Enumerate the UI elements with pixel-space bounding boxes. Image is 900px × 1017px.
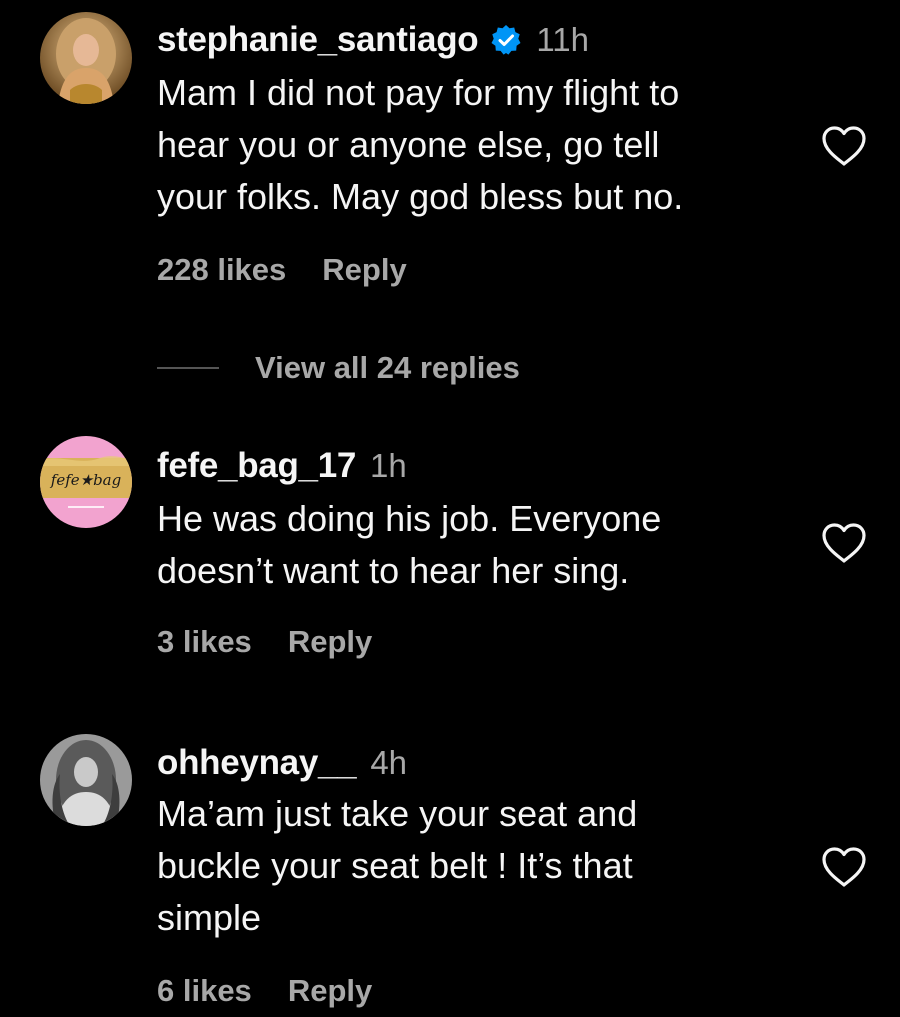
avatar[interactable]	[40, 12, 132, 104]
fefe-bag-logo-icon: fefe★bag	[40, 436, 132, 528]
heart-outline-icon[interactable]	[820, 521, 868, 565]
avatar[interactable]	[40, 734, 132, 826]
profile-photo-icon	[40, 734, 132, 826]
likes-count[interactable]: 228 likes	[157, 252, 286, 288]
view-all-replies[interactable]: View all 24 replies	[157, 345, 520, 391]
reply-button[interactable]: Reply	[322, 252, 406, 288]
replies-divider	[157, 367, 219, 369]
comment-actions: 228 likes Reply	[157, 247, 407, 293]
comment-header: ohheynay__ 4h	[157, 738, 407, 788]
timestamp: 1h	[370, 447, 407, 484]
profile-photo-icon	[40, 12, 132, 104]
heart-outline-icon[interactable]	[820, 124, 868, 168]
comment-text: Ma’am just take your seat and buckle you…	[157, 793, 638, 938]
comment-header: stephanie_santiago 11h	[157, 15, 589, 65]
reply-button[interactable]: Reply	[288, 624, 372, 660]
username[interactable]: stephanie_santiago	[157, 20, 479, 60]
verified-badge-icon	[490, 24, 522, 56]
likes-count[interactable]: 6 likes	[157, 973, 252, 1009]
comment-actions: 6 likes Reply	[157, 968, 372, 1014]
heart-outline-icon[interactable]	[820, 845, 868, 889]
timestamp: 11h	[536, 21, 589, 58]
username[interactable]: fefe_bag_17	[157, 446, 356, 486]
view-replies-label[interactable]: View all 24 replies	[255, 350, 520, 386]
comment-text: He was doing his job. Everyone doesn’t w…	[157, 498, 662, 591]
avatar[interactable]: fefe★bag	[40, 436, 132, 528]
timestamp: 4h	[370, 744, 408, 781]
likes-count[interactable]: 3 likes	[157, 624, 252, 660]
comment-header: fefe_bag_17 1h	[157, 441, 407, 491]
reply-button[interactable]: Reply	[288, 973, 372, 1009]
svg-text:fefe★bag: fefe★bag	[50, 471, 121, 489]
comment-text: Mam I did not pay for my flight to hear …	[157, 72, 684, 217]
comment-actions: 3 likes Reply	[157, 619, 372, 665]
username[interactable]: ohheynay__	[157, 743, 357, 783]
